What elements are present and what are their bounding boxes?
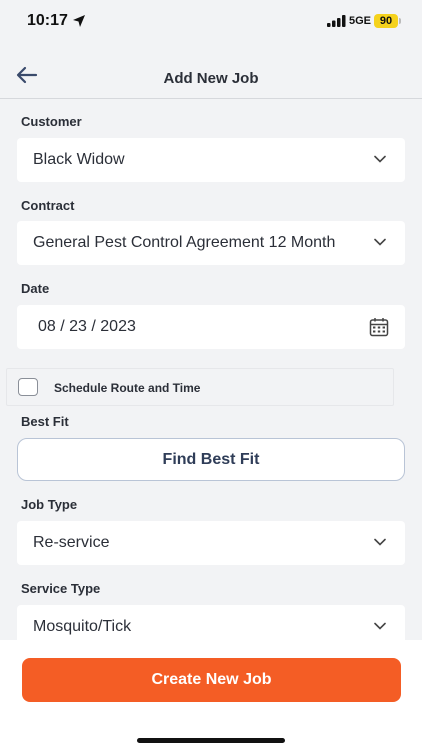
battery-icon: 90 [374, 14, 398, 28]
chevron-down-icon [374, 155, 386, 163]
find-best-fit-button[interactable]: Find Best Fit [17, 438, 405, 481]
job-type-select[interactable]: Re-service [17, 521, 405, 565]
service-type-value: Mosquito/Tick [33, 618, 132, 635]
battery-nub [399, 18, 401, 24]
chevron-down-icon [374, 622, 386, 630]
date-input[interactable]: 08 / 23 / 2023 [17, 305, 405, 349]
chevron-down-icon [374, 238, 386, 246]
contract-select[interactable]: General Pest Control Agreement 12 Month [17, 221, 405, 265]
customer-select[interactable]: Black Widow [17, 138, 405, 182]
status-time: 10:17 [27, 12, 68, 29]
footer: Create New Job [0, 640, 422, 750]
status-bar: 10:17 5GE 90 [0, 0, 422, 46]
service-type-label: Service Type [21, 581, 101, 596]
signal-icon [327, 15, 346, 27]
date-value: 08 / 23 / 2023 [38, 318, 136, 335]
schedule-label: Schedule Route and Time [54, 381, 201, 395]
job-type-value: Re-service [33, 534, 110, 551]
nav-bar: Add New Job [0, 46, 422, 99]
customer-value: Black Widow [33, 151, 125, 168]
back-arrow-icon[interactable] [14, 64, 40, 86]
home-indicator [137, 738, 285, 743]
network-type: 5GE [349, 15, 372, 27]
create-new-job-button[interactable]: Create New Job [22, 658, 401, 702]
best-fit-label: Best Fit [21, 414, 69, 429]
contract-label: Contract [21, 198, 75, 213]
calendar-icon[interactable] [369, 317, 389, 337]
location-arrow-icon [73, 15, 85, 27]
page-title: Add New Job [163, 70, 259, 87]
chevron-down-icon [374, 538, 386, 546]
job-type-label: Job Type [21, 497, 78, 512]
battery-level: 90 [379, 15, 393, 27]
schedule-route-row: Schedule Route and Time [6, 368, 394, 406]
service-type-select[interactable]: Mosquito/Tick [17, 605, 405, 640]
contract-value: General Pest Control Agreement 12 Month [33, 234, 336, 251]
job-form: Customer Black Widow Contract General Pe… [0, 100, 422, 640]
customer-label: Customer [21, 114, 82, 129]
schedule-checkbox[interactable] [18, 378, 38, 396]
date-label: Date [21, 281, 50, 296]
